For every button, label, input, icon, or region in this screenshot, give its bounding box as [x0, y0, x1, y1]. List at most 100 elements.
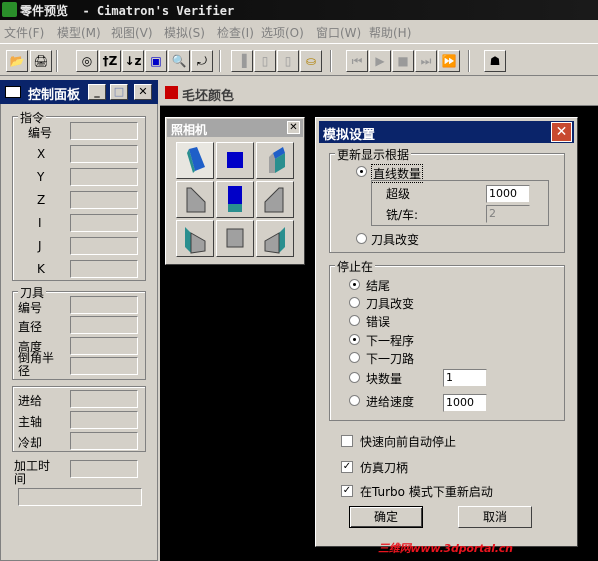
camera-view-back-right[interactable]	[256, 220, 294, 257]
menu-bar: 文件(F) 模型(M) 视图(V) 模拟(S) 检查(I) 选项(O) 窗口(W…	[0, 20, 598, 42]
machining-time-label: 加工时间	[14, 459, 51, 486]
mill-lathe-input[interactable]: 2	[486, 205, 530, 223]
stop-next-program-label[interactable]: 下一程序	[366, 332, 414, 349]
diameter-label: 直径	[18, 320, 43, 334]
tool2-button[interactable]: ▯	[254, 50, 276, 72]
box-button[interactable]: ▣	[145, 50, 167, 72]
menu-view[interactable]: 视图(V)	[111, 24, 153, 41]
feed-label: 进给	[18, 394, 43, 408]
exceed-label: 超级	[386, 187, 411, 201]
rotate-button[interactable]: ⤾	[191, 50, 213, 72]
print-button[interactable]: 🖨	[30, 50, 52, 72]
workspace-title: 毛坯颜色	[182, 89, 235, 104]
stock-color-icon	[165, 86, 178, 99]
z-field	[70, 191, 138, 209]
stop-feed-rate-radio[interactable]	[349, 395, 360, 406]
menu-check[interactable]: 检查(I)	[217, 24, 254, 41]
block-count-input[interactable]: 1	[443, 369, 487, 387]
tool1-button[interactable]: ▐	[231, 50, 253, 72]
dialog-title: 模拟设置	[323, 128, 376, 143]
x-field	[70, 145, 138, 163]
play-button[interactable]: ▶	[369, 50, 391, 72]
camera-view-left[interactable]	[176, 181, 214, 218]
spindle-label: 主轴	[18, 415, 43, 429]
zoom-l-button[interactable]: ↓z	[122, 50, 144, 72]
simulate-holder-label[interactable]: 仿真刀柄	[360, 459, 408, 476]
toolbar-separator	[219, 50, 221, 72]
camera-view-front[interactable]	[216, 181, 254, 218]
tool-change-radio[interactable]	[356, 233, 367, 244]
fast-forward-stop-label[interactable]: 快速向前自动停止	[360, 433, 456, 450]
menu-window[interactable]: 窗口(W)	[316, 24, 361, 41]
fast-forward-stop-checkbox[interactable]	[341, 435, 353, 447]
z-label: Z	[37, 193, 46, 207]
camera-view-iso-left[interactable]	[176, 142, 214, 179]
left-view-icon	[186, 187, 206, 213]
stop-error-label[interactable]: 错误	[366, 313, 390, 330]
dialog-close-button[interactable]: ✕	[551, 122, 572, 142]
back-left-icon	[185, 227, 206, 254]
turbo-restart-label[interactable]: 在Turbo 模式下重新启动	[360, 483, 493, 500]
watermark: 三维网www.3dportal.cn	[378, 542, 513, 555]
stop-tool-change-radio[interactable]	[349, 297, 360, 308]
stop-block-count-label[interactable]: 块数量	[366, 370, 402, 387]
toolbar-separator	[468, 50, 470, 72]
camera-view-back-left[interactable]	[176, 220, 214, 257]
camera-view-back[interactable]	[216, 220, 254, 257]
stop-end-radio[interactable]	[349, 279, 360, 290]
stop-end-label[interactable]: 结尾	[366, 277, 390, 294]
zoom-t-button[interactable]: †Z	[99, 50, 121, 72]
workspace-title-bar: 毛坯颜色	[160, 80, 598, 106]
stop-next-path-radio[interactable]	[349, 352, 360, 363]
stop-next-program-radio[interactable]	[349, 334, 360, 345]
open-button[interactable]: 📂	[6, 50, 28, 72]
maximize-button[interactable]: □	[110, 84, 128, 100]
k-label: K	[37, 262, 45, 276]
right-view-icon	[264, 187, 284, 213]
camera-window: 照相机 ✕	[165, 117, 305, 265]
camera-view-top[interactable]	[216, 142, 254, 179]
minimize-button[interactable]: _	[88, 84, 106, 100]
cancel-button[interactable]: 取消	[458, 506, 532, 528]
robot-button[interactable]: ☗	[484, 50, 506, 72]
status-field	[18, 488, 142, 506]
tool-change-label[interactable]: 刀具改变	[371, 231, 419, 248]
tool3-button[interactable]: ▯	[277, 50, 299, 72]
camera-view-iso-right[interactable]	[256, 142, 294, 179]
camera-title: 照相机	[171, 123, 208, 137]
menu-simulate[interactable]: 模拟(S)	[164, 24, 205, 41]
camera-button[interactable]: ◎	[76, 50, 98, 72]
fast-forward-button[interactable]: ⏩	[438, 50, 460, 72]
menu-file[interactable]: 文件(F)	[4, 24, 44, 41]
menu-help[interactable]: 帮助(H)	[369, 24, 411, 41]
tool-number-field	[70, 296, 138, 314]
tool-number-label: 编号	[18, 301, 43, 315]
ok-button[interactable]: 确定	[349, 506, 423, 528]
stop-button[interactable]: ■	[392, 50, 414, 72]
menu-options[interactable]: 选项(O)	[261, 24, 304, 41]
turbo-restart-checkbox[interactable]: ✓	[341, 485, 353, 497]
stop-error-radio[interactable]	[349, 315, 360, 326]
simulate-holder-checkbox[interactable]: ✓	[341, 461, 353, 473]
stop-feed-rate-label[interactable]: 进给速度	[366, 393, 414, 410]
update-display-label: 更新显示根据	[335, 146, 412, 163]
feed-rate-input[interactable]: 1000	[443, 394, 487, 412]
menu-model[interactable]: 模型(M)	[57, 24, 101, 41]
instruction-number-label: 编号	[28, 126, 53, 140]
front-view-icon	[228, 186, 242, 212]
app-title-bar: 零件预览 - Cimatron's Verifier	[0, 0, 598, 20]
rewind-button[interactable]: ⏮	[346, 50, 368, 72]
close-button[interactable]: ✕	[134, 84, 152, 100]
stock-button[interactable]: ⛀	[300, 50, 322, 72]
back-right-icon	[264, 227, 285, 254]
step-button[interactable]: ⏭	[415, 50, 437, 72]
stop-block-count-radio[interactable]	[349, 372, 360, 383]
stop-tool-change-label[interactable]: 刀具改变	[366, 295, 414, 312]
line-count-radio[interactable]	[356, 166, 367, 177]
stop-next-path-label[interactable]: 下一刀路	[366, 350, 414, 367]
camera-view-right[interactable]	[256, 181, 294, 218]
magnify-button[interactable]: 🔍	[168, 50, 190, 72]
coolant-label: 冷却	[18, 436, 43, 450]
exceed-input[interactable]: 1000	[486, 185, 530, 203]
camera-close-button[interactable]: ✕	[287, 121, 300, 134]
